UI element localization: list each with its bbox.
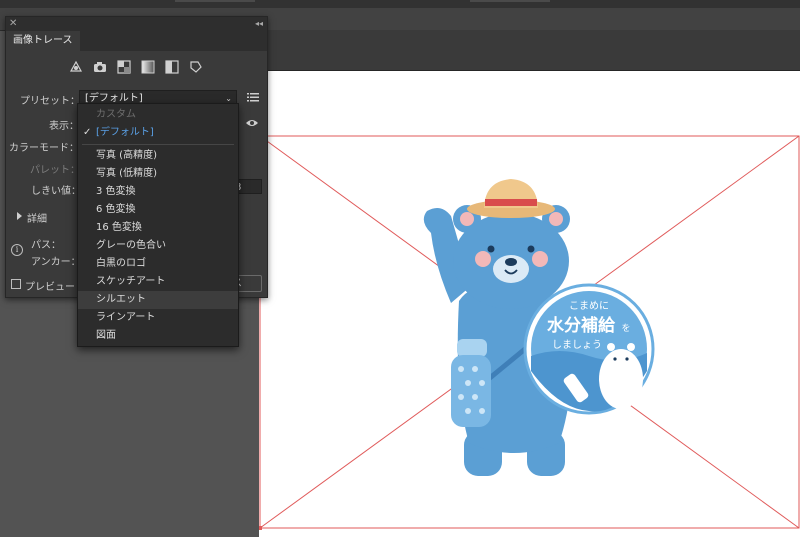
collapse-icon[interactable]: ◂◂ [255,17,263,31]
preset-menu-item[interactable]: 3 色変換 [78,183,238,201]
preset-menu-item-label: スケッチアート [96,276,166,287]
preset-menu-item[interactable]: ラインアート [78,309,238,327]
preset-menu-item-label: 白黒のロゴ [96,258,146,269]
preset-menu-item-label: [デフォルト] [96,127,154,138]
bottle-cap [457,339,487,357]
high-color-icon[interactable] [92,59,108,75]
polar-bear-ear [627,343,635,351]
hat-band [485,199,537,206]
auto-color-icon[interactable] [68,59,84,75]
preset-menu-item[interactable]: 6 色変換 [78,201,238,219]
advanced-label[interactable]: 詳細 [27,210,47,225]
top-bar-segment [470,0,550,2]
badge-text-particle: を [621,323,630,334]
outline-icon[interactable] [188,59,204,75]
close-icon[interactable]: ✕ [9,17,17,31]
view-label: 表示： [49,121,79,132]
color-mode-label: カラーモード： [9,143,79,154]
anchor-handle [259,526,262,530]
polar-bear-eye [613,357,617,361]
paths-label: パス： [31,240,61,251]
preset-menu-item[interactable]: 写真 (高精度) [78,147,238,165]
preset-menu-icon[interactable] [247,91,259,103]
preset-menu-item-label: 写真 (低精度) [96,168,157,179]
panel-tab-strip: 画像トレース [6,31,267,51]
palette-label: パレット： [30,165,80,176]
menu-separator [82,144,234,145]
preset-menu-item-label: カスタム [96,109,136,120]
grayscale-icon[interactable] [140,59,156,75]
badge-text-line1: こまめに [569,300,609,312]
panel-title-bar[interactable]: ✕ ◂◂ [6,17,267,31]
preset-menu-item-label: シルエット [96,294,146,305]
polar-bear [599,349,643,409]
top-bar-segment [175,0,255,2]
placed-image-frame[interactable]: こまめに 水分補給 を しましょう [259,71,800,537]
checkmark-icon: ✓ [83,127,92,138]
bear-nose [505,258,517,266]
preset-label: プリセット： [20,96,80,107]
tab-image-trace[interactable]: 画像トレース [6,31,80,51]
anchors-label: アンカー： [31,257,81,268]
preset-menu-item[interactable]: グレーの色合い [78,237,238,255]
bear-ear-inner-left [460,212,474,226]
preset-menu-item[interactable]: 白黒のロゴ [78,255,238,273]
eye-icon[interactable] [246,117,258,129]
bear-ear-inner-right [549,212,563,226]
preset-menu-item-label: グレーの色合い [96,240,166,251]
preset-menu-item[interactable]: シルエット [78,291,238,309]
preview-label: プレビュー [25,282,75,293]
preset-menu-item[interactable]: 写真 (低精度) [78,165,238,183]
preset-menu-item-label: ラインアート [96,312,156,323]
threshold-label: しきい値： [31,186,81,197]
badge-text-line3: しましょう [552,339,602,351]
preset-dropdown-menu: カスタム ✓ [デフォルト] 写真 (高精度) 写真 (低精度) 3 色変換 6 色変換 16… [77,103,239,347]
preset-menu-item[interactable]: ✓ [デフォルト] [78,124,238,142]
info-icon: i [11,244,23,256]
preset-menu-item[interactable]: スケッチアート [78,273,238,291]
document-tab-bar [265,30,800,71]
preset-menu-item: カスタム [78,106,238,124]
preset-menu-item-label: 3 色変換 [96,186,136,197]
bear-eye-right [527,245,535,253]
app-top-bar [0,0,800,8]
polar-bear-eye [625,357,629,361]
preset-menu-item-label: 6 色変換 [96,204,136,215]
preset-menu-item-label: 16 色変換 [96,222,142,233]
artboard: こまめに 水分補給 を しましょう [259,71,800,537]
bear-eye-left [487,245,495,253]
preset-menu-item-label: 写真 (高精度) [96,150,157,161]
preset-menu-item[interactable]: 16 色変換 [78,219,238,237]
badge-text-line2: 水分補給 [547,315,616,336]
low-color-icon[interactable] [116,59,132,75]
hydration-badge: こまめに 水分補給 を しましょう [523,283,655,415]
bear-cheek-right [532,251,548,267]
polar-bear-ear [607,343,615,351]
black-white-icon[interactable] [164,59,180,75]
preset-menu-item[interactable]: 図面 [78,327,238,345]
disclosure-triangle-icon[interactable] [17,212,22,220]
preset-menu-item-label: 図面 [96,330,116,341]
bear-cheek-left [475,251,491,267]
bottle-body [451,355,491,427]
preview-checkbox[interactable] [11,279,21,289]
